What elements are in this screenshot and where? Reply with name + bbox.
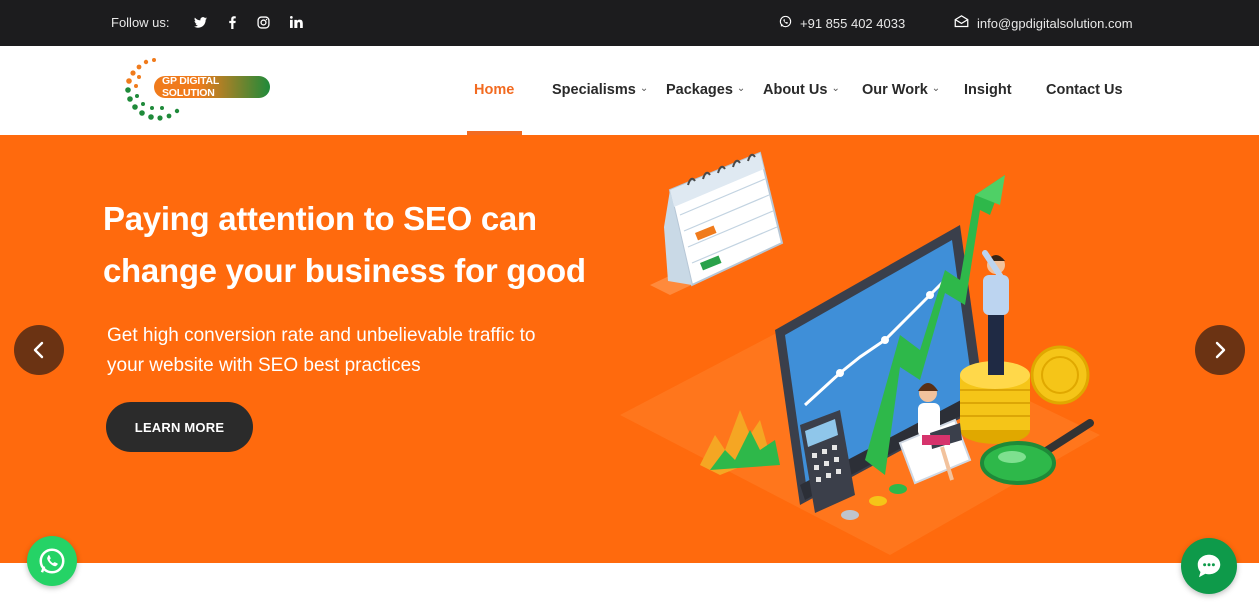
learn-more-button[interactable]: LEARN MORE [106,402,253,452]
nav-packages-label: Packages [666,82,733,98]
logo-text: GP DIGITAL SOLUTION [154,75,270,99]
email-address: info@gpdigitalsolution.com [977,15,1133,31]
facebook-icon[interactable] [224,13,240,31]
chat-bubble-icon [1197,554,1221,578]
follow-us-label: Follow us: [111,15,170,30]
nav-specialisms-label: Specialisms [552,82,636,98]
site-header: GP DIGITAL SOLUTION Home Specialisms ⌄ P… [0,46,1259,135]
hero-subtitle-line-2: your website with SEO best practices [107,355,421,376]
hero-title-line-1: Paying attention to SEO can [103,200,537,237]
nav-contact-us-label: Contact Us [1046,82,1123,98]
phone-contact[interactable]: +91 855 402 4033 [779,15,905,31]
slider-prev-button[interactable] [14,325,64,375]
businessman-illustration [982,250,1009,375]
linkedin-icon[interactable] [288,13,304,31]
envelope-icon [954,15,969,31]
chevron-down-icon: ⌄ [831,82,840,94]
top-bar: Follow us: +91 855 402 4033 info@gpdigit… [0,0,1259,46]
nav-contact-us[interactable]: Contact Us [1046,82,1123,98]
whatsapp-small-icon [779,15,792,31]
nav-packages[interactable]: Packages ⌄ [666,82,745,98]
twitter-icon[interactable] [192,13,208,31]
hero-title: Paying attention to SEO can change your … [103,193,623,297]
nav-insight[interactable]: Insight [964,82,1012,98]
nav-specialisms[interactable]: Specialisms ⌄ [552,82,648,98]
nav-our-work-label: Our Work [862,82,928,98]
seo-growth-illustration [620,151,1100,555]
nav-home-label: Home [474,82,515,98]
chevron-down-icon: ⌄ [639,82,649,94]
calendar-illustration [650,151,784,295]
chevron-down-icon: ⌄ [736,82,746,94]
chevron-left-icon [33,341,44,359]
nav-about-us[interactable]: About Us ⌄ [763,82,840,98]
nav-our-work[interactable]: Our Work ⌄ [862,82,940,98]
email-contact[interactable]: info@gpdigitalsolution.com [954,15,1133,31]
nav-home[interactable]: Home [474,82,514,98]
hero-title-line-2: change your business for good [103,252,586,289]
nav-insight-label: Insight [964,82,1012,98]
live-chat-button[interactable] [1181,538,1237,594]
chevron-right-icon [1215,341,1226,359]
phone-number: +91 855 402 4033 [800,15,906,31]
slider-next-button[interactable] [1195,325,1245,375]
hero-subtitle-line-1: Get high conversion rate and unbelievabl… [107,325,536,346]
whatsapp-icon [39,548,65,574]
chevron-down-icon: ⌄ [931,82,941,94]
whatsapp-button[interactable] [27,536,77,586]
nav-about-us-label: About Us [763,82,828,98]
hero-slider: Paying attention to SEO can change your … [0,135,1259,563]
instagram-icon[interactable] [255,13,271,31]
hero-subtitle: Get high conversion rate and unbelievabl… [107,321,577,381]
brand-logo[interactable]: GP DIGITAL SOLUTION [124,56,274,124]
